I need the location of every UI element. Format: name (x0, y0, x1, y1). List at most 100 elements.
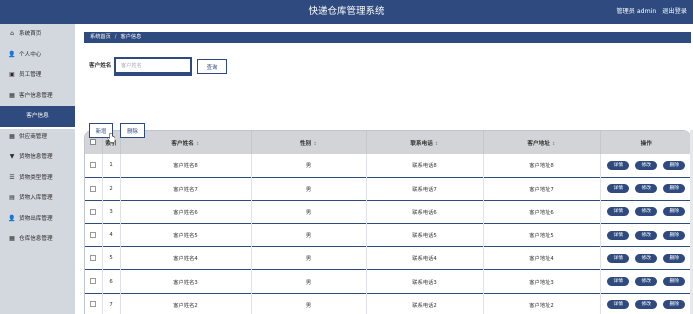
sort-icon[interactable]: ↕ (196, 142, 200, 147)
hand-cursor-icon (107, 133, 115, 143)
detail-button[interactable]: 详情 (607, 277, 630, 287)
delete-button[interactable]: 删除 (120, 123, 145, 138)
column-header-address[interactable]: 客户地址 ↕ (483, 131, 601, 154)
edit-button[interactable]: 修改 (635, 277, 658, 287)
cell-actions: 详情 修改 删除 (600, 154, 690, 177)
cell-phone: 联系电话7 (366, 177, 484, 201)
row-checkbox[interactable] (85, 177, 103, 201)
detail-button[interactable]: 详情 (607, 207, 630, 217)
warehouse-icon: ▦ (9, 235, 15, 242)
cell-index: 7 (102, 293, 121, 314)
row-delete-button[interactable]: 删除 (663, 277, 686, 287)
sort-icon[interactable]: ↕ (552, 142, 556, 147)
edit-button[interactable]: 修改 (635, 230, 658, 240)
breadcrumb: 系统首页 / 客户信息 (84, 32, 691, 43)
edit-button[interactable]: 修改 (635, 184, 658, 194)
cell-name: 客户姓名7 (120, 177, 252, 201)
logout-link[interactable]: 退出登录 (662, 8, 687, 15)
row-checkbox[interactable] (85, 200, 103, 224)
row-checkbox[interactable] (85, 293, 103, 314)
row-delete-button[interactable]: 删除 (663, 230, 686, 240)
edit-button[interactable]: 修改 (635, 160, 658, 170)
cell-name: 客户姓名6 (120, 200, 252, 224)
cell-phone: 联系电话5 (366, 223, 484, 247)
edit-button[interactable]: 修改 (635, 207, 658, 217)
row-checkbox[interactable] (85, 246, 103, 270)
row-checkbox[interactable] (85, 154, 103, 178)
detail-button[interactable]: 详情 (607, 184, 630, 194)
sidebar-item-7[interactable]: ☰ 货物类型管理 (0, 168, 75, 189)
sort-icon[interactable]: ↕ (313, 142, 317, 147)
sidebar-item-9[interactable]: 👤 货物出库管理 (0, 209, 75, 230)
sidebar-item-0[interactable]: ⌂ 系统首页 (0, 24, 75, 45)
goods-icon: ▼ (9, 153, 15, 160)
cell-index: 5 (102, 246, 121, 270)
customer-name-search-input[interactable] (116, 59, 190, 72)
sidebar-item-8[interactable]: ▤ 货物入库管理 (0, 188, 75, 209)
sidebar-item-2[interactable]: ▣ 员工管理 (0, 65, 75, 86)
cell-index: 6 (102, 269, 121, 294)
cell-address: 客户地址7 (483, 177, 601, 201)
search-field-wrapper (114, 57, 192, 76)
sidebar-item-3[interactable]: ▦ 客户信息管理 (0, 86, 75, 107)
sort-icon[interactable]: ↕ (435, 142, 439, 147)
breadcrumb-home[interactable]: 系统首页 (90, 34, 111, 40)
detail-button[interactable]: 详情 (607, 160, 630, 170)
column-header-gender[interactable]: 性别 ↕ (251, 131, 367, 154)
table-row: 6 客户姓名3 男联系电话3 客户地址3 详情 修改 删除 (85, 269, 690, 294)
cell-gender: 男 (251, 177, 367, 201)
table-header-row: 索引 客户姓名 ↕ 性别 ↕ 联系电话 ↕ 客户地址 ↕ 操作 (85, 131, 690, 154)
row-delete-button[interactable]: 删除 (663, 184, 686, 194)
cell-index: 2 (102, 177, 121, 201)
table-row: 4 客户姓名5 男联系电话5 客户地址5 详情 修改 删除 (85, 223, 690, 247)
cell-index: 4 (102, 223, 121, 247)
sidebar: ⌂ 系统首页 👤 个人中心 ▣ 员工管理 ▦ 客户信息管理 客户信息 ▦ 供应商管理 ▼ 货物信息管理 ☰… (0, 24, 75, 314)
grid-icon: ▦ (9, 91, 15, 99)
cell-gender: 男 (251, 154, 367, 178)
edit-button[interactable]: 修改 (635, 253, 658, 263)
cell-phone: 联系电话2 (366, 293, 484, 314)
main-content: 系统首页/客户信息 客户姓名 查询 索引 客户姓名↕ 性别↕ 联系电话↕ 客户地… (75, 24, 693, 314)
sidebar-item-label: 货物出库管理 (19, 215, 53, 222)
sidebar-item-1[interactable]: 👤 个人中心 (0, 45, 75, 66)
cell-gender: 男 (251, 269, 367, 294)
cell-address: 客户地址6 (483, 200, 601, 224)
sidebar-item-label: 供应商管理 (19, 133, 47, 140)
row-delete-button[interactable]: 删除 (663, 207, 686, 217)
cell-name: 客户姓名8 (120, 154, 252, 178)
cell-gender: 男 (251, 246, 367, 270)
user-area: 管理员 admin 退出登录 (612, 0, 687, 24)
cell-address: 客户地址4 (483, 246, 601, 270)
sidebar-item-10[interactable]: ▦ 仓库信息管理 (0, 229, 75, 250)
home-icon: ⌂ (10, 30, 14, 37)
cell-phone: 联系电话3 (366, 269, 484, 294)
cell-index: 3 (102, 200, 121, 224)
detail-button[interactable]: 详情 (607, 230, 630, 240)
breadcrumb-separator: / (114, 34, 117, 40)
table-row: 7 客户姓名2 男联系电话2 客户地址2 详情 修改 删除 (85, 293, 690, 314)
sidebar-item-label: 客户信息管理 (19, 92, 53, 99)
column-header-phone[interactable]: 联系电话 ↕ (366, 131, 484, 154)
edit-button[interactable]: 修改 (635, 300, 658, 310)
row-checkbox[interactable] (85, 269, 103, 294)
column-header-label: 性别 (300, 140, 312, 147)
query-button[interactable]: 查询 (197, 59, 227, 74)
row-delete-button[interactable]: 删除 (663, 160, 686, 170)
sidebar-item-label: 货物类型管理 (19, 174, 53, 181)
row-delete-button[interactable]: 删除 (663, 253, 686, 263)
cell-phone: 联系电话4 (366, 246, 484, 270)
row-delete-button[interactable]: 删除 (663, 300, 686, 310)
cell-name: 客户姓名5 (120, 223, 252, 247)
row-checkbox[interactable] (85, 223, 103, 247)
cell-address: 客户地址8 (483, 154, 601, 178)
detail-button[interactable]: 详情 (607, 253, 630, 263)
sidebar-item-6[interactable]: ▼ 货物信息管理 (0, 147, 75, 168)
sidebar-item-label: 仓库信息管理 (19, 236, 53, 242)
admin-label: 管理员 admin (616, 8, 657, 15)
inbound-icon: ▤ (9, 194, 15, 201)
detail-button[interactable]: 详情 (607, 300, 630, 310)
sidebar-item-4[interactable]: 客户信息 (0, 106, 75, 128)
sidebar-item-5[interactable]: ▦ 供应商管理 (0, 127, 75, 148)
app-title: 快递仓库管理系统 (308, 6, 385, 17)
list-icon: ☰ (9, 173, 15, 181)
